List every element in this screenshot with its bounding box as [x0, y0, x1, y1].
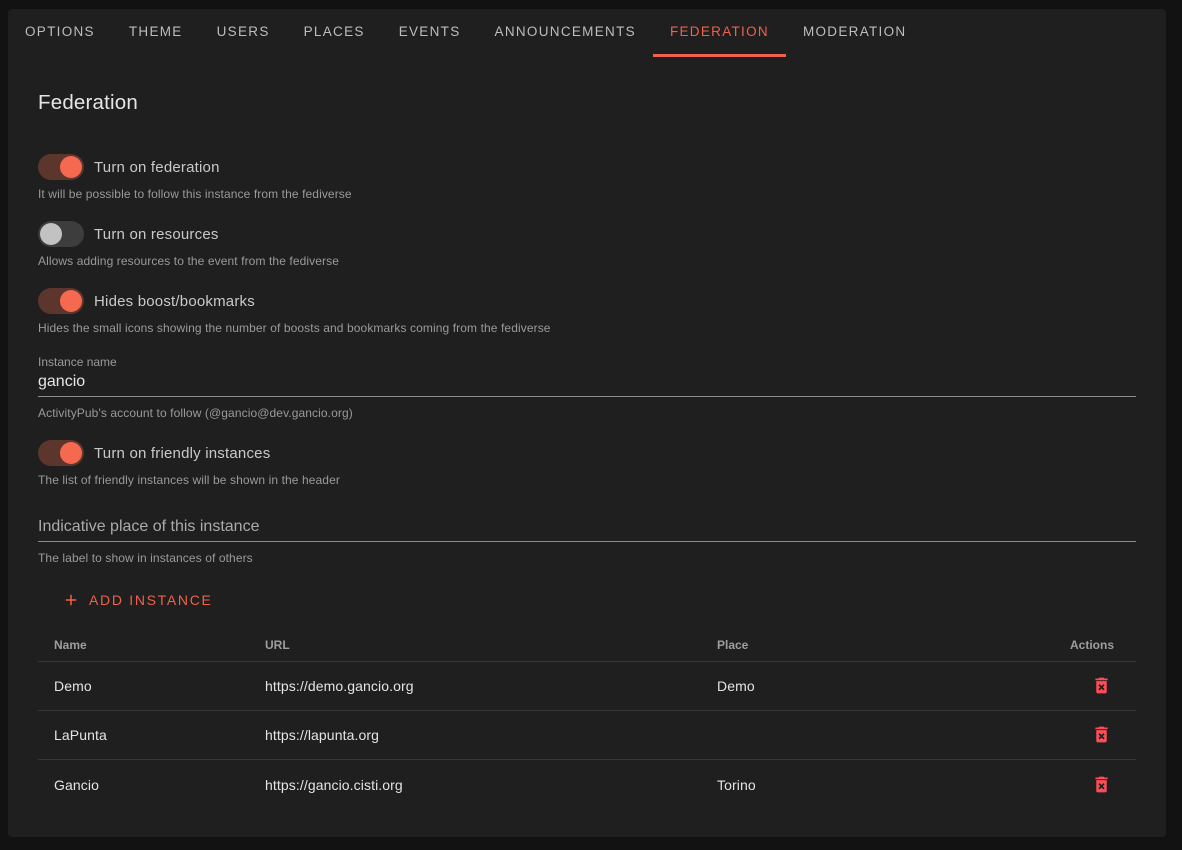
instance-name-cell: LaPunta: [38, 727, 249, 743]
tab-events[interactable]: EVENTS: [382, 9, 478, 57]
trash-icon: [1091, 774, 1112, 795]
hide-boosts-toggle-label: Hides boost/bookmarks: [94, 293, 255, 310]
tab-federation[interactable]: FEDERATION: [653, 9, 786, 57]
instance-name-label: Instance name: [38, 355, 1136, 369]
tab-moderation[interactable]: MODERATION: [786, 9, 924, 57]
toggle-knob: [60, 290, 82, 312]
delete-instance-button[interactable]: [1089, 772, 1114, 797]
table-row: Gancio https://gancio.cisti.org Torino: [38, 760, 1136, 809]
federation-settings: Federation Turn on federation It will be…: [8, 91, 1166, 809]
plus-icon: [62, 591, 80, 609]
admin-tab-bar: OPTIONS THEME USERS PLACES EVENTS ANNOUN…: [8, 9, 1166, 57]
instance-name-field: Instance name gancio ActivityPub's accou…: [38, 355, 1136, 420]
resources-toggle-hint: Allows adding resources to the event fro…: [38, 254, 1136, 268]
add-instance-button[interactable]: ADD INSTANCE: [56, 587, 219, 613]
instance-name-input[interactable]: gancio: [38, 373, 1136, 397]
trash-icon: [1091, 724, 1112, 745]
instance-name-hint: ActivityPub's account to follow (@gancio…: [38, 406, 1136, 420]
friendly-instances-toggle[interactable]: [38, 440, 84, 466]
table-header-name: Name: [38, 638, 249, 652]
friendly-instances-toggle-label: Turn on friendly instances: [94, 445, 270, 462]
instance-place-cell: Torino: [701, 777, 1026, 793]
delete-instance-button[interactable]: [1089, 673, 1114, 698]
instance-name-cell: Gancio: [38, 777, 249, 793]
resources-toggle-label: Turn on resources: [94, 226, 219, 243]
setting-hide-boosts: Hides boost/bookmarks Hides the small ic…: [38, 287, 1136, 335]
page-title: Federation: [38, 91, 1136, 115]
table-header-row: Name URL Place Actions: [38, 628, 1136, 662]
federation-toggle-hint: It will be possible to follow this insta…: [38, 187, 1136, 201]
tab-users[interactable]: USERS: [200, 9, 287, 57]
instance-url-cell: https://demo.gancio.org: [249, 678, 701, 694]
tab-theme[interactable]: THEME: [112, 9, 200, 57]
toggle-knob: [40, 223, 62, 245]
instance-place-hint: The label to show in instances of others: [38, 551, 1136, 565]
resources-toggle[interactable]: [38, 221, 84, 247]
table-row: Demo https://demo.gancio.org Demo: [38, 662, 1136, 711]
friendly-instances-toggle-hint: The list of friendly instances will be s…: [38, 473, 1136, 487]
federation-toggle-label: Turn on federation: [94, 159, 220, 176]
toggle-knob: [60, 156, 82, 178]
instance-url-cell: https://lapunta.org: [249, 727, 701, 743]
table-header-url: URL: [249, 638, 701, 652]
instance-place-cell: Demo: [701, 678, 1026, 694]
admin-panel-card: OPTIONS THEME USERS PLACES EVENTS ANNOUN…: [8, 9, 1166, 837]
tab-announcements[interactable]: ANNOUNCEMENTS: [478, 9, 653, 57]
instance-place-input[interactable]: Indicative place of this instance: [38, 518, 1136, 542]
trash-icon: [1091, 675, 1112, 696]
instance-name-cell: Demo: [38, 678, 249, 694]
table-row: LaPunta https://lapunta.org: [38, 711, 1136, 760]
table-header-place: Place: [701, 638, 1026, 652]
setting-resources: Turn on resources Allows adding resource…: [38, 220, 1136, 268]
tab-places[interactable]: PLACES: [287, 9, 382, 57]
hide-boosts-toggle-hint: Hides the small icons showing the number…: [38, 321, 1136, 335]
instance-place-field: Indicative place of this instance The la…: [38, 518, 1136, 565]
add-instance-button-label: ADD INSTANCE: [89, 592, 213, 608]
setting-federation: Turn on federation It will be possible t…: [38, 153, 1136, 201]
table-header-actions: Actions: [1026, 638, 1136, 652]
tab-options[interactable]: OPTIONS: [8, 9, 112, 57]
instance-url-cell: https://gancio.cisti.org: [249, 777, 701, 793]
hide-boosts-toggle[interactable]: [38, 288, 84, 314]
friendly-instances-table: Name URL Place Actions Demo https://demo…: [38, 628, 1136, 809]
delete-instance-button[interactable]: [1089, 722, 1114, 747]
toggle-knob: [60, 442, 82, 464]
setting-friendly-instances: Turn on friendly instances The list of f…: [38, 439, 1136, 487]
federation-toggle[interactable]: [38, 154, 84, 180]
